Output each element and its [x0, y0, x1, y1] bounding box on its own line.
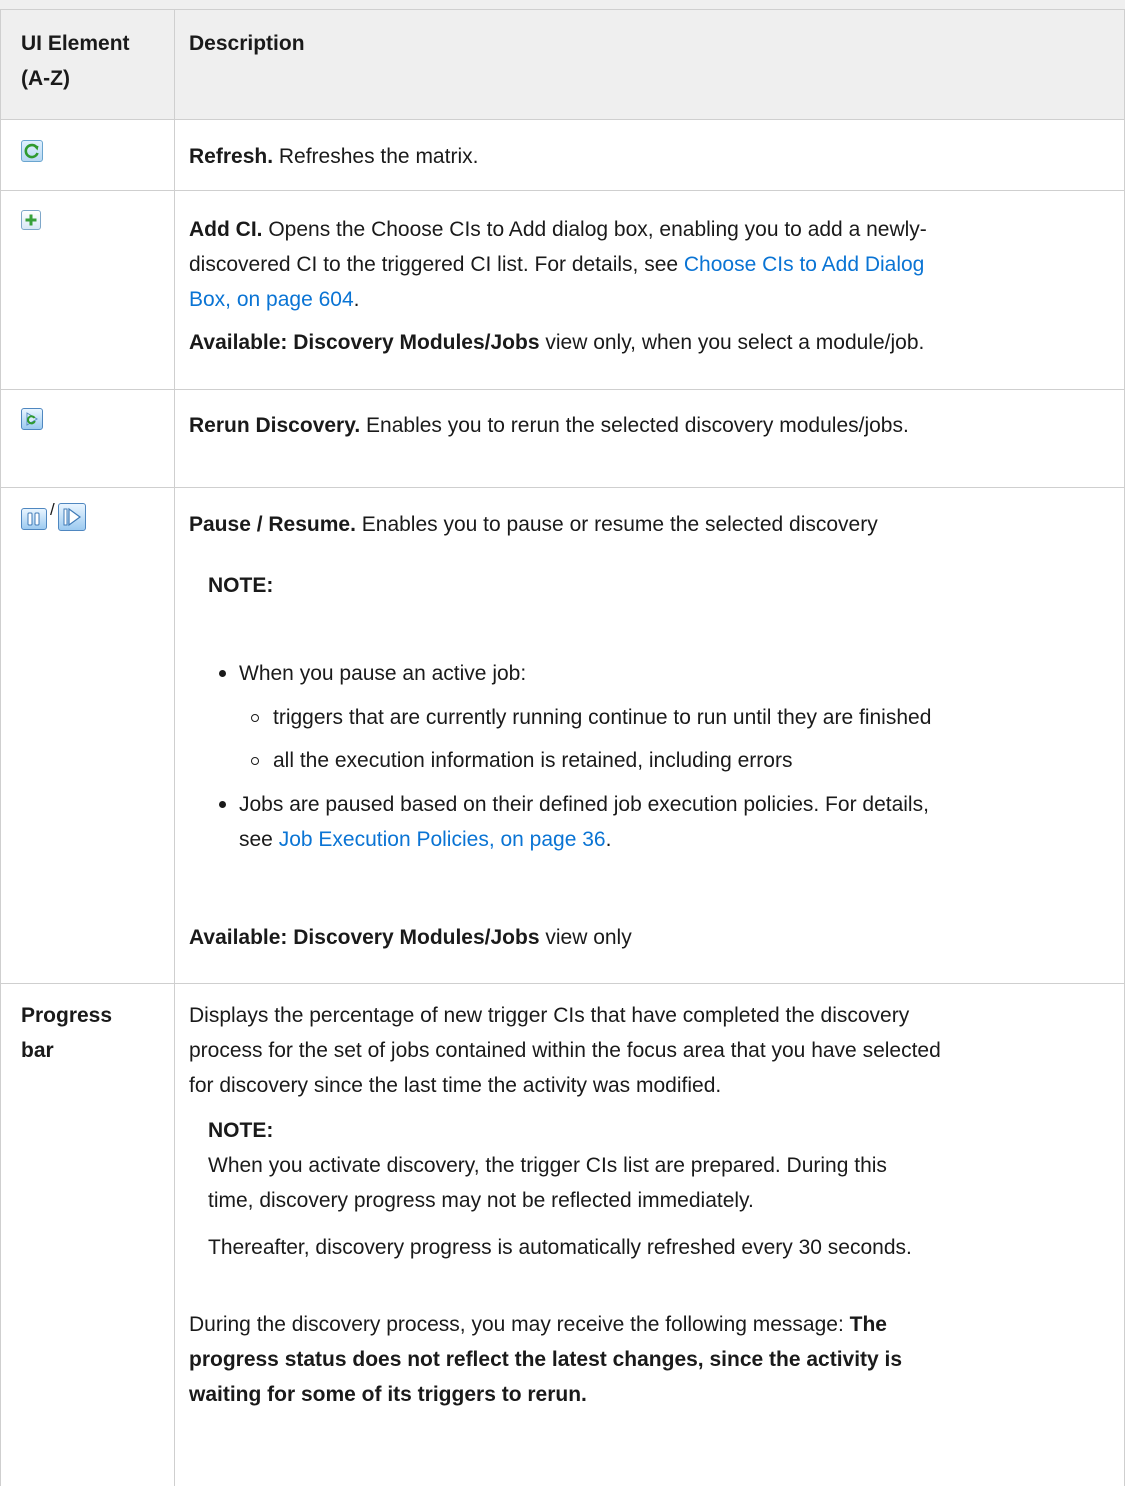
choose-cis-link[interactable]: Box, on page 604: [189, 288, 354, 311]
table-header: [0, 0, 1125, 119]
note-text: Thereafter, discovery progress is automa…: [208, 1236, 912, 1259]
description-text: Jobs are paused based on their defined j…: [239, 793, 929, 816]
description-text: Displays the percentage of new trigger C…: [189, 1004, 910, 1027]
description-text: .: [353, 288, 360, 311]
available-label: Available: Discovery Modules/Jobs: [189, 926, 540, 949]
description-text: .: [605, 828, 612, 851]
job-execution-policies-link[interactable]: Job Execution Policies, on page 36: [279, 828, 606, 851]
note-text: When you activate discovery, the trigger…: [208, 1148, 887, 1218]
element-name: Pause / Resume.: [189, 513, 356, 536]
pause-resume-availability: Available: Discovery Modules/Jobs view o…: [189, 920, 632, 955]
header-text: UI Element: [21, 32, 130, 55]
element-name: Progress: [21, 1004, 113, 1027]
column-header-ui-element: UI Element (A-Z): [21, 26, 130, 96]
description-text: for discovery since the last time the ac…: [189, 1074, 722, 1097]
sub-bullet-icon: [251, 757, 259, 765]
description-text: During the discovery process, you may re…: [189, 1313, 850, 1336]
add-icon: [21, 210, 41, 230]
rerun-discovery-icon: [21, 408, 43, 430]
element-name: Rerun Discovery.: [189, 414, 361, 437]
header-text: (A-Z): [21, 67, 70, 90]
divider: [0, 389, 1125, 390]
list-item: Jobs are paused based on their defined j…: [239, 787, 929, 857]
description-text: see: [239, 828, 279, 851]
description-text: Refreshes the matrix.: [273, 145, 479, 168]
column-header-description: Description: [189, 32, 305, 55]
description-text: When you activate discovery, the trigger…: [208, 1154, 887, 1177]
divider: [174, 9, 175, 1486]
divider: [0, 190, 1125, 191]
pause-icon: [21, 508, 47, 530]
add-ci-description: Add CI. Opens the Choose CIs to Add dial…: [189, 212, 1114, 317]
progress-bar-description: Displays the percentage of new trigger C…: [189, 998, 1114, 1103]
description-text: time, discovery progress may not be refl…: [208, 1189, 754, 1212]
message-text: The: [849, 1313, 887, 1336]
list-item: all the execution information is retaine…: [273, 749, 793, 772]
rerun-description: Rerun Discovery. Enables you to rerun th…: [189, 408, 909, 443]
divider: [0, 119, 1125, 120]
progress-bar-label: Progress bar: [21, 998, 112, 1068]
ui-elements-table: UI Element (A-Z) Description Refresh. Re…: [0, 0, 1125, 1486]
divider: [0, 9, 1, 1486]
message-text: waiting for some of its triggers to reru…: [189, 1383, 587, 1406]
description-text: discovered CI to the triggered CI list. …: [189, 253, 684, 276]
add-ci-availability: Available: Discovery Modules/Jobs view o…: [189, 325, 924, 360]
divider: [0, 983, 1125, 984]
description-text: process for the set of jobs contained wi…: [189, 1039, 941, 1062]
description-text: Enables you to rerun the selected discov…: [360, 414, 909, 437]
list-item: When you pause an active job:: [239, 662, 527, 685]
description-text: Opens the Choose CIs to Add dialog box, …: [262, 218, 927, 241]
refresh-icon: [21, 140, 43, 162]
list-item: triggers that are currently running cont…: [273, 706, 932, 729]
element-name: Add CI.: [189, 218, 263, 241]
description-text: view only: [539, 926, 632, 949]
resume-icon: [58, 503, 86, 531]
divider: [0, 487, 1125, 488]
description-text: view only, when you select a module/job.: [539, 331, 925, 354]
element-name: bar: [21, 1039, 54, 1062]
sub-bullet-icon: [251, 714, 259, 722]
bullet-icon: [219, 670, 226, 677]
icon-separator: /: [50, 500, 55, 519]
bullet-icon: [219, 801, 226, 808]
divider: [0, 9, 1125, 10]
description-text: Enables you to pause or resume the selec…: [355, 513, 878, 536]
note-label: NOTE:: [208, 574, 274, 597]
note-label: NOTE:: [208, 1119, 274, 1142]
refresh-description: Refresh. Refreshes the matrix.: [189, 139, 478, 174]
message-text: progress status does not reflect the lat…: [189, 1348, 903, 1371]
element-name: Refresh.: [189, 145, 274, 168]
pause-resume-description: Pause / Resume. Enables you to pause or …: [189, 507, 878, 542]
progress-message: During the discovery process, you may re…: [189, 1307, 1114, 1412]
choose-cis-link[interactable]: Choose CIs to Add Dialog: [684, 253, 924, 276]
available-label: Available: Discovery Modules/Jobs: [189, 331, 540, 354]
